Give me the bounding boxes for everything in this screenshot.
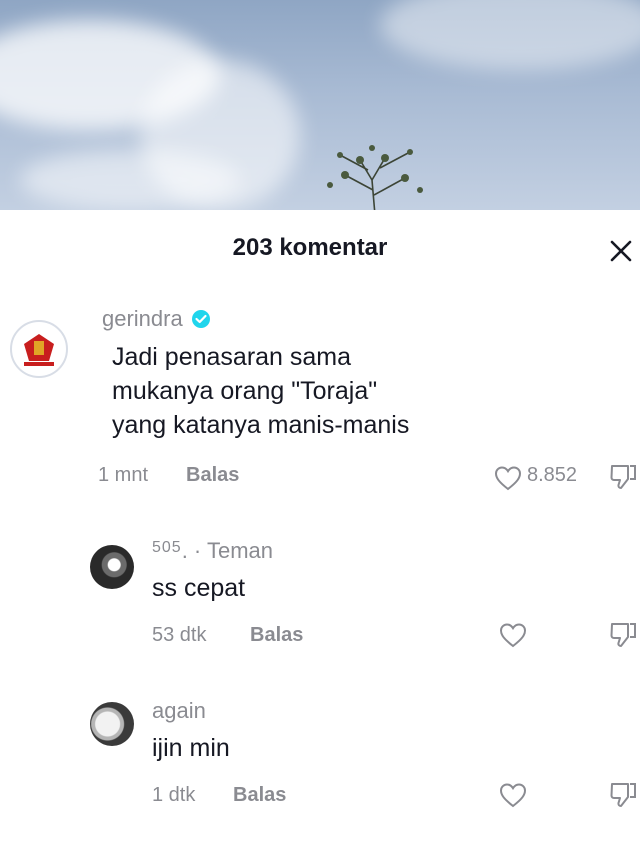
gerindra-logo-icon (24, 334, 54, 366)
tree-image (327, 145, 423, 210)
dislike-icon[interactable] (608, 780, 636, 810)
avatar-again[interactable] (90, 702, 134, 746)
comments-count-title: 203 komentar (232, 234, 388, 261)
reply-button[interactable]: Balas (233, 784, 286, 807)
comments-sheet (0, 210, 640, 864)
comment-time: 1 dtk (152, 784, 196, 806)
comment-text: ss cepat (152, 574, 246, 602)
reply-button[interactable]: Balas (250, 624, 303, 647)
comment-text: ijin min (152, 734, 230, 762)
verified-badge-icon (191, 310, 210, 328)
close-button[interactable] (602, 232, 640, 270)
close-icon (610, 240, 632, 262)
dislike-icon[interactable] (608, 462, 636, 492)
comment-time: 1 mnt (98, 464, 149, 486)
comment-time: 53 dtk (152, 624, 207, 646)
comment-username[interactable]: gerindra (102, 306, 211, 332)
comment-username[interactable]: again (152, 698, 206, 724)
like-count: 8.852 (527, 464, 578, 486)
heart-icon[interactable] (493, 464, 523, 492)
avatar-505[interactable] (90, 545, 134, 589)
comment-username[interactable]: 505. · Teman (152, 538, 273, 564)
comment-text: Jadi penasaran sama mukanya orang "Toraj… (112, 343, 410, 439)
reply-button[interactable]: Balas (186, 464, 239, 487)
heart-icon[interactable] (498, 781, 528, 809)
video-background (0, 0, 640, 210)
avatar-gerindra[interactable] (10, 320, 68, 378)
heart-icon[interactable] (498, 621, 528, 649)
dislike-icon[interactable] (608, 620, 636, 650)
